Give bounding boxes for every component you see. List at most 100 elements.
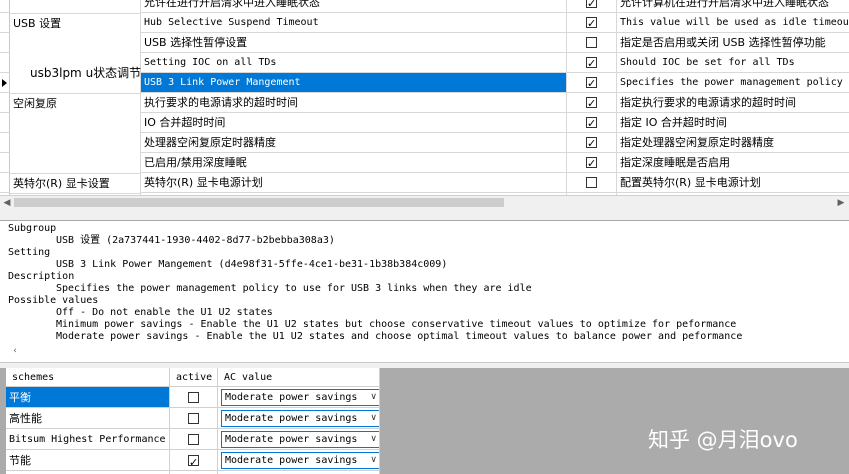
settings-row[interactable]: 空闲复原执行要求的电源请求的超时时间 指定执行要求的电源请求的超时时间 xyxy=(0,93,849,113)
setting-checkbox-cell[interactable] xyxy=(567,133,617,153)
scheme-row[interactable]: 高性能 Moderate power savings ∨ xyxy=(6,408,380,429)
setting-description-cell[interactable]: 指定执行要求的电源请求的超时时间 xyxy=(617,93,849,113)
scroll-left-icon[interactable]: ◀ xyxy=(2,198,12,208)
setting-checkbox-cell[interactable] xyxy=(567,153,617,173)
setting-checkbox[interactable] xyxy=(586,0,597,12)
setting-name-cell[interactable]: 处理器空闲复原定时器精度 xyxy=(141,133,567,153)
subgroup-cell[interactable] xyxy=(10,153,141,173)
row-header[interactable] xyxy=(0,0,10,13)
setting-name-cell[interactable]: 允许在进行开启清求中进入睡眠状态 xyxy=(141,0,567,13)
setting-checkbox[interactable] xyxy=(586,37,597,48)
scheme-row[interactable]: Bitsum Highest Performance Moderate power… xyxy=(6,429,380,450)
row-header[interactable] xyxy=(0,53,10,73)
setting-checkbox[interactable] xyxy=(586,154,597,172)
setting-name-cell[interactable]: USB 3 Link Power Mangement xyxy=(141,73,567,93)
schemes-header[interactable]: schemes xyxy=(6,368,170,387)
ac-value-dropdown[interactable]: Moderate power savings ∨ xyxy=(221,452,379,469)
scrollbar-thumb[interactable] xyxy=(14,198,504,207)
setting-checkbox[interactable] xyxy=(586,114,597,132)
scheme-name-cell[interactable]: Bitsum Highest Performance xyxy=(6,429,170,450)
row-header[interactable] xyxy=(0,133,10,153)
setting-name-cell[interactable]: 英特尔(R) 显卡电源计划 xyxy=(141,173,567,193)
setting-description-cell[interactable]: 允许计算机在进行开启清求中进入睡眠状态 xyxy=(617,0,849,13)
scheme-name-cell[interactable]: 高性能 xyxy=(6,408,170,429)
scheme-active-cell[interactable] xyxy=(170,450,218,471)
ac-value-header[interactable]: AC value xyxy=(218,368,380,387)
subgroup-cell[interactable]: 英特尔(R) 显卡设置 xyxy=(10,173,141,193)
description-scrollbar[interactable]: ‹ xyxy=(0,344,849,358)
scheme-active-cell[interactable] xyxy=(170,387,218,408)
subgroup-cell[interactable] xyxy=(10,0,141,13)
subgroup-cell[interactable] xyxy=(10,113,141,133)
active-checkbox[interactable] xyxy=(188,413,199,424)
setting-checkbox[interactable] xyxy=(586,14,597,32)
scheme-row[interactable]: 节能 Moderate power savings ∨ xyxy=(6,450,380,471)
active-checkbox[interactable] xyxy=(188,452,199,470)
subgroup-cell[interactable] xyxy=(10,133,141,153)
setting-description-cell[interactable]: 指定处理器空闲复原定时器精度 xyxy=(617,133,849,153)
setting-checkbox-cell[interactable] xyxy=(567,173,617,193)
setting-checkbox-cell[interactable] xyxy=(567,0,617,13)
ac-value-dropdown[interactable]: Moderate power savings ∨ xyxy=(221,431,379,448)
row-header[interactable] xyxy=(0,153,10,173)
setting-checkbox-cell[interactable] xyxy=(567,73,617,93)
setting-description-cell[interactable]: 指定深度睡眠是否启用 xyxy=(617,153,849,173)
setting-description-cell[interactable]: 指定 IO 合并超时时间 xyxy=(617,113,849,133)
setting-checkbox-cell[interactable] xyxy=(567,13,617,33)
settings-row[interactable]: IO 合并超时时间 指定 IO 合并超时时间 xyxy=(0,113,849,133)
chevron-down-icon[interactable]: ∨ xyxy=(370,411,377,426)
ac-value-cell[interactable]: Moderate power savings ∨ xyxy=(218,387,380,408)
setting-checkbox-cell[interactable] xyxy=(567,33,617,53)
row-header[interactable] xyxy=(0,173,10,193)
setting-checkbox[interactable] xyxy=(586,134,597,152)
row-header[interactable] xyxy=(0,33,10,53)
settings-row[interactable]: 已启用/禁用深度睡眠 指定深度睡眠是否启用 xyxy=(0,153,849,173)
scheme-row[interactable]: 平衡 Moderate power savings ∨ xyxy=(6,387,380,408)
setting-description-cell[interactable]: Specifies the power management policy xyxy=(617,73,849,93)
row-header[interactable] xyxy=(0,13,10,33)
row-header[interactable] xyxy=(0,73,10,93)
chevron-down-icon[interactable]: ∨ xyxy=(370,390,377,405)
setting-name-cell[interactable]: Hub Selective Suspend Timeout xyxy=(141,13,567,33)
setting-name-cell[interactable]: Setting IOC on all TDs xyxy=(141,53,567,73)
ac-value-cell[interactable]: Moderate power savings ∨ xyxy=(218,450,380,471)
row-header[interactable] xyxy=(0,113,10,133)
active-checkbox[interactable] xyxy=(188,392,199,403)
active-checkbox[interactable] xyxy=(188,434,199,445)
setting-name-cell[interactable]: 执行要求的电源请求的超时时间 xyxy=(141,93,567,113)
scheme-active-cell[interactable] xyxy=(170,408,218,429)
ac-value-dropdown[interactable]: Moderate power savings ∨ xyxy=(221,410,379,427)
setting-checkbox-cell[interactable] xyxy=(567,53,617,73)
scheme-active-cell[interactable] xyxy=(170,429,218,450)
ac-value-dropdown[interactable]: Moderate power savings ∨ xyxy=(221,389,379,406)
ac-value-cell[interactable]: Moderate power savings ∨ xyxy=(218,429,380,450)
setting-description-cell[interactable]: 配置英特尔(R) 显卡电源计划 xyxy=(617,173,849,193)
subgroup-cell[interactable]: 空闲复原 xyxy=(10,93,141,113)
setting-name-cell[interactable]: 已启用/禁用深度睡眠 xyxy=(141,153,567,173)
settings-row[interactable]: 英特尔(R) 显卡设置 英特尔(R) 显卡电源计划 配置英特尔(R) 显卡电源计划 xyxy=(0,173,849,193)
active-header[interactable]: active xyxy=(170,368,218,387)
row-header[interactable] xyxy=(0,93,10,113)
setting-description-cell[interactable]: Should IOC be set for all TDs xyxy=(617,53,849,73)
settings-row[interactable]: 允许在进行开启清求中进入睡眠状态 允许计算机在进行开启清求中进入睡眠状态 xyxy=(0,0,849,13)
subgroup-cell[interactable]: USB 设置 xyxy=(10,13,141,33)
setting-checkbox[interactable] xyxy=(586,54,597,72)
setting-checkbox-cell[interactable] xyxy=(567,93,617,113)
subgroup-cell[interactable] xyxy=(10,33,141,53)
horizontal-scrollbar[interactable]: ◀ ▶ xyxy=(0,195,849,209)
setting-checkbox[interactable] xyxy=(586,74,597,92)
panel-splitter[interactable] xyxy=(0,209,849,221)
settings-row[interactable]: USB 设置Hub Selective Suspend Timeout This … xyxy=(0,13,849,33)
setting-checkbox[interactable] xyxy=(586,177,597,188)
settings-row[interactable]: USB 选择性暂停设置 指定是否启用或关闭 USB 选择性暂停功能 xyxy=(0,33,849,53)
ac-value-cell[interactable]: Moderate power savings ∨ xyxy=(218,408,380,429)
setting-name-cell[interactable]: IO 合并超时时间 xyxy=(141,113,567,133)
setting-name-cell[interactable]: USB 选择性暂停设置 xyxy=(141,33,567,53)
scroll-left-icon[interactable]: ‹ xyxy=(10,346,20,356)
scroll-right-icon[interactable]: ▶ xyxy=(836,198,846,208)
chevron-down-icon[interactable]: ∨ xyxy=(370,453,377,468)
setting-checkbox[interactable] xyxy=(586,94,597,112)
scheme-name-cell[interactable]: 平衡 xyxy=(6,387,170,408)
settings-row[interactable]: 处理器空闲复原定时器精度 指定处理器空闲复原定时器精度 xyxy=(0,133,849,153)
setting-checkbox-cell[interactable] xyxy=(567,113,617,133)
